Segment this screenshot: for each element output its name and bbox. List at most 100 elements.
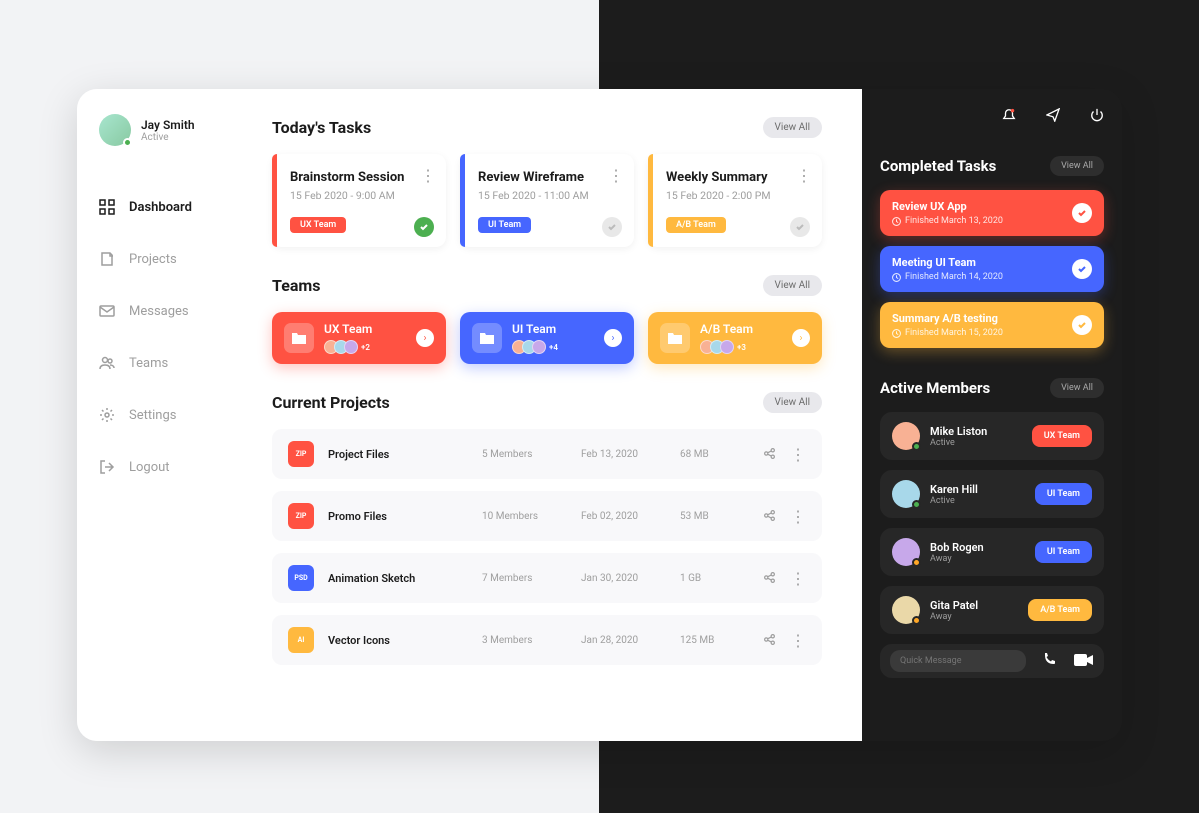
project-size: 68 MB <box>680 449 735 460</box>
check-icon <box>1072 259 1092 279</box>
project-row[interactable]: AI Vector Icons 3 Members Jan 28, 2020 1… <box>272 615 822 665</box>
task-check-icon[interactable] <box>790 217 810 237</box>
task-menu-icon[interactable]: ⋮ <box>608 166 624 185</box>
view-all-completed[interactable]: View All <box>1050 156 1104 176</box>
task-title: Weekly Summary <box>666 170 808 185</box>
chevron-right-icon[interactable]: › <box>416 329 434 347</box>
completed-date: Finished March 15, 2020 <box>892 328 1003 338</box>
nav-label: Logout <box>129 460 170 475</box>
avatar <box>892 538 920 566</box>
task-check-icon[interactable] <box>602 217 622 237</box>
nav: Dashboard Projects Messages Teams Settin… <box>99 181 232 493</box>
member-row[interactable]: Gita Patel Away A/B Team <box>880 586 1104 634</box>
completed-title: Review UX App <box>892 200 1003 213</box>
project-size: 125 MB <box>680 635 735 646</box>
completed-task-card[interactable]: Review UX App Finished March 13, 2020 <box>880 190 1104 236</box>
check-icon <box>1072 315 1092 335</box>
member-status: Away <box>930 554 1025 564</box>
completed-task-card[interactable]: Meeting UI Team Finished March 14, 2020 <box>880 246 1104 292</box>
member-row[interactable]: Karen Hill Active UI Team <box>880 470 1104 518</box>
task-time: 15 Feb 2020 - 11:00 AM <box>478 189 620 202</box>
member-status: Away <box>930 612 1018 622</box>
projects-title: Current Projects <box>272 393 390 412</box>
member-team-tag: UI Team <box>1035 483 1092 505</box>
share-icon[interactable] <box>763 569 776 588</box>
share-icon[interactable] <box>763 445 776 464</box>
completed-date: Finished March 13, 2020 <box>892 216 1003 226</box>
more-icon[interactable]: ⋮ <box>790 569 806 588</box>
task-menu-icon[interactable]: ⋮ <box>420 166 436 185</box>
team-name: A/B Team <box>700 322 782 336</box>
view-all-projects[interactable]: View All <box>763 392 822 413</box>
teams-icon <box>99 355 115 371</box>
nav-label: Projects <box>129 252 177 267</box>
file-type-icon: ZIP <box>288 441 314 467</box>
team-more-count: +3 <box>737 343 746 352</box>
task-card[interactable]: ⋮ Weekly Summary 15 Feb 2020 - 2:00 PM A… <box>648 154 822 247</box>
call-icon[interactable] <box>1042 651 1058 671</box>
member-name: Bob Rogen <box>930 541 1025 554</box>
task-tag: A/B Team <box>666 217 726 233</box>
folder-icon <box>472 323 502 353</box>
member-team-tag: UI Team <box>1035 541 1092 563</box>
nav-dashboard[interactable]: Dashboard <box>99 181 232 233</box>
team-card[interactable]: UX Team +2 › <box>272 312 446 364</box>
project-name: Animation Sketch <box>328 572 468 585</box>
more-icon[interactable]: ⋮ <box>790 631 806 650</box>
team-card[interactable]: UI Team +4 › <box>460 312 634 364</box>
project-row[interactable]: ZIP Promo Files 10 Members Feb 02, 2020 … <box>272 491 822 541</box>
more-icon[interactable]: ⋮ <box>790 507 806 526</box>
project-date: Feb 13, 2020 <box>581 449 666 460</box>
nav-label: Settings <box>129 408 176 423</box>
user-profile[interactable]: Jay Smith Active <box>99 114 232 146</box>
logout-icon <box>99 459 115 475</box>
team-name: UX Team <box>324 322 406 336</box>
view-all-members[interactable]: View All <box>1050 378 1104 398</box>
member-row[interactable]: Mike Liston Active UX Team <box>880 412 1104 460</box>
file-type-icon: AI <box>288 627 314 653</box>
task-menu-icon[interactable]: ⋮ <box>796 166 812 185</box>
nav-label: Messages <box>129 304 189 319</box>
video-icon[interactable] <box>1074 652 1094 671</box>
task-card[interactable]: ⋮ Brainstorm Session 15 Feb 2020 - 9:00 … <box>272 154 446 247</box>
nav-settings[interactable]: Settings <box>99 389 232 441</box>
power-icon[interactable] <box>1090 107 1104 126</box>
share-icon[interactable] <box>763 631 776 650</box>
member-team-tag: A/B Team <box>1028 599 1092 621</box>
chevron-right-icon[interactable]: › <box>792 329 810 347</box>
project-name: Promo Files <box>328 510 468 523</box>
completed-title: Meeting UI Team <box>892 256 1003 269</box>
member-row[interactable]: Bob Rogen Away UI Team <box>880 528 1104 576</box>
project-row[interactable]: ZIP Project Files 5 Members Feb 13, 2020… <box>272 429 822 479</box>
view-all-tasks[interactable]: View All <box>763 117 822 138</box>
member-name: Mike Liston <box>930 425 1022 438</box>
completed-task-card[interactable]: Summary A/B testing Finished March 15, 2… <box>880 302 1104 348</box>
check-icon <box>1072 203 1092 223</box>
quick-message-input[interactable] <box>890 650 1026 672</box>
notification-icon[interactable] <box>1002 107 1016 126</box>
task-tag: UI Team <box>478 217 531 233</box>
nav-projects[interactable]: Projects <box>99 233 232 285</box>
task-card[interactable]: ⋮ Review Wireframe 15 Feb 2020 - 11:00 A… <box>460 154 634 247</box>
project-size: 1 GB <box>680 573 735 584</box>
nav-messages[interactable]: Messages <box>99 285 232 337</box>
user-name: Jay Smith <box>141 118 195 132</box>
completed-date: Finished March 14, 2020 <box>892 272 1003 282</box>
share-icon[interactable] <box>763 507 776 526</box>
file-type-icon: ZIP <box>288 503 314 529</box>
view-all-teams[interactable]: View All <box>763 275 822 296</box>
chevron-right-icon[interactable]: › <box>604 329 622 347</box>
nav-logout[interactable]: Logout <box>99 441 232 493</box>
team-card[interactable]: A/B Team +3 › <box>648 312 822 364</box>
more-icon[interactable]: ⋮ <box>790 445 806 464</box>
project-members: 10 Members <box>482 511 567 522</box>
send-icon[interactable] <box>1046 107 1060 126</box>
project-row[interactable]: PSD Animation Sketch 7 Members Jan 30, 2… <box>272 553 822 603</box>
task-title: Brainstorm Session <box>290 170 432 185</box>
project-members: 7 Members <box>482 573 567 584</box>
nav-teams[interactable]: Teams <box>99 337 232 389</box>
task-check-icon[interactable] <box>414 217 434 237</box>
project-date: Jan 30, 2020 <box>581 573 666 584</box>
project-members: 5 Members <box>482 449 567 460</box>
team-name: UI Team <box>512 322 594 336</box>
